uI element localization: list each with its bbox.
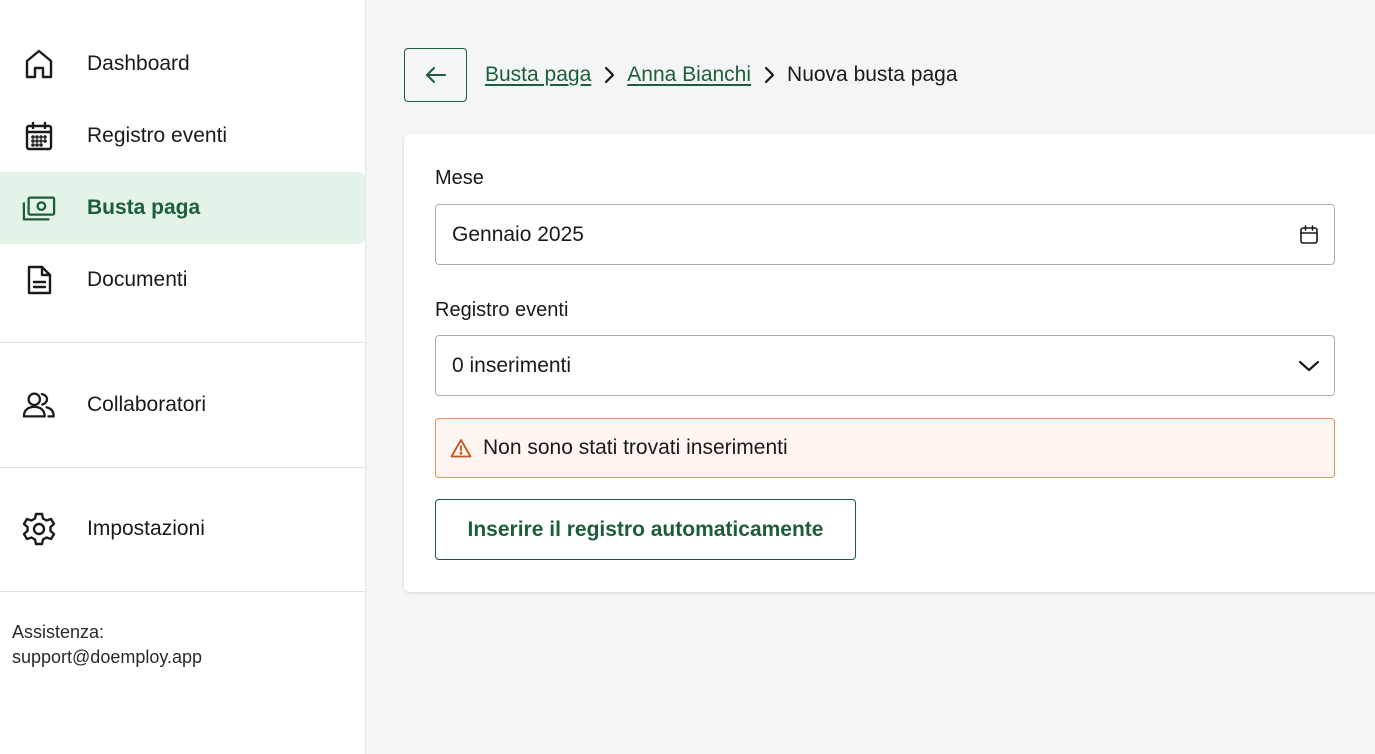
chevron-down-icon — [1298, 359, 1320, 373]
app-root: Dashboard Registro eventi Busta paga Doc… — [0, 0, 1375, 754]
sidebar: Dashboard Registro eventi Busta paga Doc… — [0, 0, 366, 754]
sidebar-item-label: Registro eventi — [87, 124, 228, 147]
warning-icon — [450, 438, 472, 458]
gear-icon — [22, 512, 56, 546]
sidebar-divider — [0, 591, 365, 592]
events-select[interactable]: 0 inserimenti — [435, 335, 1335, 396]
arrow-left-icon — [425, 66, 447, 84]
document-icon — [22, 263, 56, 297]
payslip-form-card: Mese Gennaio 2025 Registro eventi 0 inse… — [404, 134, 1375, 592]
sidebar-item-documenti[interactable]: Documenti — [0, 244, 365, 316]
chevron-right-icon — [751, 66, 787, 84]
sidebar-item-dashboard[interactable]: Dashboard — [0, 28, 365, 100]
sidebar-item-label: Busta paga — [87, 196, 201, 219]
sidebar-item-label: Documenti — [87, 268, 188, 291]
calendar-icon[interactable] — [1298, 224, 1320, 246]
back-button[interactable] — [404, 48, 467, 102]
sidebar-item-label: Collaboratori — [87, 393, 207, 416]
events-label: Registro eventi — [435, 299, 569, 321]
month-value: Gennaio 2025 — [452, 222, 584, 246]
warning-alert: Non sono stati trovati inserimenti — [435, 418, 1335, 478]
calendar-icon — [22, 119, 56, 153]
support-info: Assistenza: support@doemploy.app — [12, 620, 202, 670]
warning-text: Non sono stati trovati inserimenti — [483, 436, 788, 459]
home-icon — [22, 47, 56, 81]
support-label: Assistenza: — [12, 622, 105, 642]
sidebar-item-impostazioni[interactable]: Impostazioni — [0, 493, 365, 565]
month-date-picker[interactable]: Gennaio 2025 — [435, 204, 1335, 265]
sidebar-divider — [0, 467, 365, 468]
sidebar-item-label: Dashboard — [87, 52, 190, 75]
chevron-right-icon — [591, 66, 627, 84]
sidebar-item-label: Impostazioni — [87, 517, 205, 540]
auto-insert-register-button[interactable]: Inserire il registro automaticamente — [435, 499, 856, 560]
breadcrumb-link-employee[interactable]: Anna Bianchi — [627, 63, 751, 87]
users-icon — [22, 388, 56, 422]
breadcrumb: Busta paga Anna Bianchi Nuova busta paga — [485, 60, 958, 90]
breadcrumb-link-busta-paga[interactable]: Busta paga — [485, 63, 591, 87]
breadcrumb-current: Nuova busta paga — [787, 63, 958, 86]
money-icon — [22, 191, 56, 225]
month-label: Mese — [435, 167, 484, 189]
support-email[interactable]: support@doemploy.app — [12, 645, 202, 670]
events-value: 0 inserimenti — [452, 353, 572, 377]
sidebar-item-busta-paga[interactable]: Busta paga — [0, 172, 365, 244]
sidebar-item-collaboratori[interactable]: Collaboratori — [0, 369, 365, 441]
sidebar-item-registro-eventi[interactable]: Registro eventi — [0, 100, 365, 172]
sidebar-divider — [0, 342, 365, 343]
